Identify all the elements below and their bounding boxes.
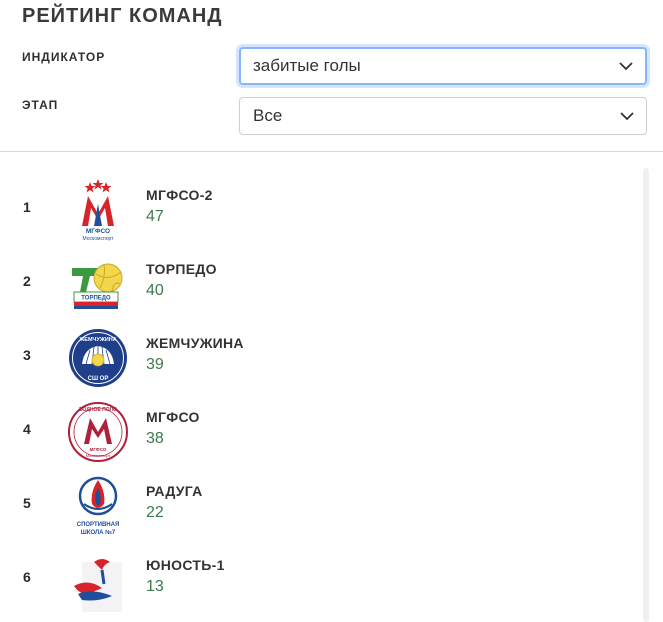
logo-text: ВОДНОЕ ПОЛО: [79, 407, 117, 413]
team-rank: 4: [23, 421, 31, 437]
stage-select[interactable]: Все: [239, 97, 647, 135]
logo-text: ЖЕМЧУЖИНА: [78, 337, 116, 343]
pearl-logo: ЖЕМЧУЖИНА СШ ОР: [69, 329, 127, 387]
team-value: 47: [146, 208, 164, 225]
team-row[interactable]: 2 ТОРПЕДО ТОРПЕДО 40: [0, 247, 640, 321]
team-name: ЮНОСТЬ-1: [146, 557, 225, 573]
team-name: ТОРПЕДО: [146, 261, 217, 277]
logo-text: СПОРТИВНАЯ: [77, 522, 120, 528]
team-rank: 1: [23, 199, 31, 215]
sport-school-logo: СПОРТИВНАЯ ШКОЛА №7: [77, 476, 120, 536]
page-title: РЕЙТИНГ КОМАНД: [22, 5, 223, 27]
team-row[interactable]: 5 СПОРТИВНАЯ ШКОЛА №7 РАДУГА 22: [0, 469, 640, 543]
team-row[interactable]: 1 МГФСО Москомспорт МГФСО-2 47: [0, 173, 640, 247]
logo-text: МГФСО: [86, 228, 110, 235]
stage-label: ЭТАП: [22, 98, 59, 112]
logo-text: МГФСО: [90, 447, 107, 452]
logo-text: ТОРПЕДО: [81, 296, 111, 302]
team-value: 22: [146, 504, 164, 521]
indicator-select-value: забитые голы: [253, 56, 361, 75]
team-name: МГФСО: [146, 409, 200, 425]
mgfso-water-polo-logo: ВОДНОЕ ПОЛО МГФСО Москомспорт: [68, 402, 128, 462]
chevron-down-icon: [619, 62, 633, 70]
team-row[interactable]: 3 ЖЕМЧУЖИНА СШ ОР ЖЕМЧУЖИНА 39: [0, 321, 640, 395]
team-row[interactable]: 4 ВОДНОЕ ПОЛО МГФСО Москомспорт МГФСО 38: [0, 395, 640, 469]
team-rank: 6: [23, 569, 31, 585]
team-name: ЖЕМЧУЖИНА: [146, 335, 244, 351]
logo-text: Москомспорт: [86, 453, 111, 458]
team-name: МГФСО-2: [146, 187, 213, 203]
team-value: 13: [146, 578, 164, 595]
logo-text: СШ ОР: [88, 376, 109, 382]
indicator-label: ИНДИКАТОР: [22, 50, 106, 64]
team-rank: 5: [23, 495, 31, 511]
indicator-select[interactable]: забитые голы: [239, 47, 647, 85]
divider: [0, 151, 663, 152]
team-name: РАДУГА: [146, 483, 203, 499]
chevron-down-icon: [620, 112, 634, 120]
team-rank: 2: [23, 273, 31, 289]
yunost-logo: [74, 559, 122, 612]
team-value: 40: [146, 282, 164, 299]
team-value: 39: [146, 356, 164, 373]
scrollbar[interactable]: [643, 168, 649, 622]
mgfso-logo: МГФСО Москомспорт: [82, 179, 115, 242]
team-row[interactable]: 6 ЮНОСТЬ-1 13: [0, 543, 640, 617]
logo-text: Москомспорт: [83, 236, 115, 242]
logo-text: ШКОЛА №7: [81, 529, 116, 536]
team-value: 38: [146, 430, 164, 447]
stage-select-value: Все: [253, 106, 283, 125]
torpedo-logo: ТОРПЕДО: [72, 263, 123, 309]
team-rank: 3: [23, 347, 31, 363]
